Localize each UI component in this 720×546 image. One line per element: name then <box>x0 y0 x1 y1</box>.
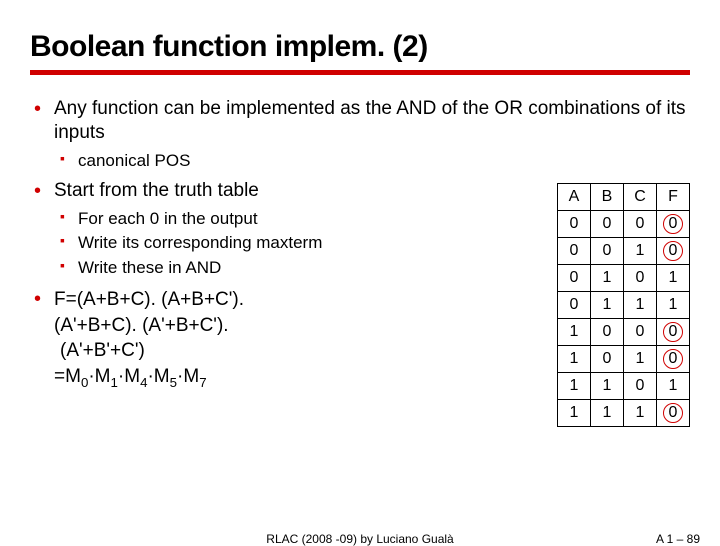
cell-F: 0 <box>657 238 690 265</box>
bullet-1-sub-1: canonical POS <box>54 150 690 172</box>
cell: 1 <box>558 373 591 400</box>
cell: 0 <box>624 319 657 346</box>
cell-F: 0 <box>657 211 690 238</box>
bullet-2-sub-1: For each 0 in the output <box>54 208 547 230</box>
cell-F: 0 <box>657 346 690 373</box>
cell: 1 <box>558 319 591 346</box>
circle-icon: 0 <box>663 214 683 234</box>
table-row: 0010 <box>558 238 690 265</box>
left-column: Start from the truth table For each 0 in… <box>30 179 557 399</box>
formula-block: F=(A+B+C). (A+B+C'). (A'+B+C). (A'+B+C')… <box>54 287 547 392</box>
circle-icon: 0 <box>663 403 683 423</box>
cell-F: 0 <box>657 400 690 427</box>
truth-table-wrap: A B C F 00000010010101111000101011011110 <box>557 183 690 427</box>
footer-center: RLAC (2008 -09) by Luciano Gualà <box>266 532 453 546</box>
table-row: 1110 <box>558 400 690 427</box>
table-row: 1000 <box>558 319 690 346</box>
cell: 1 <box>624 346 657 373</box>
cell: 0 <box>558 265 591 292</box>
cell: 1 <box>624 292 657 319</box>
cell: 1 <box>591 292 624 319</box>
table-row: 1010 <box>558 346 690 373</box>
table-row: 0000 <box>558 211 690 238</box>
cell: 0 <box>624 265 657 292</box>
th-C: C <box>624 184 657 211</box>
cell: 0 <box>591 238 624 265</box>
cell: 1 <box>624 238 657 265</box>
cell: 0 <box>558 238 591 265</box>
cell: 1 <box>591 265 624 292</box>
title-rule <box>30 70 690 75</box>
th-F: F <box>657 184 690 211</box>
cell-F: 1 <box>657 292 690 319</box>
table-row: 0111 <box>558 292 690 319</box>
bullet-1: Any function can be implemented as the A… <box>30 97 690 171</box>
bullet-2-sub-2: Write its corresponding maxterm <box>54 232 547 254</box>
formula-line-2: (A'+B+C). (A'+B+C'). <box>54 313 547 339</box>
formula-line-1: F=(A+B+C). (A+B+C'). <box>54 287 547 313</box>
cell: 1 <box>591 400 624 427</box>
th-A: A <box>558 184 591 211</box>
circle-icon: 0 <box>663 322 683 342</box>
cell: 0 <box>624 373 657 400</box>
th-B: B <box>591 184 624 211</box>
truth-table: A B C F 00000010010101111000101011011110 <box>557 183 690 427</box>
cell: 0 <box>558 292 591 319</box>
table-header-row: A B C F <box>558 184 690 211</box>
bullet-list: Any function can be implemented as the A… <box>30 97 690 171</box>
circle-icon: 0 <box>663 349 683 369</box>
bullet-2: Start from the truth table For each 0 in… <box>30 179 547 279</box>
cell: 0 <box>591 319 624 346</box>
cell: 0 <box>591 211 624 238</box>
circle-icon: 0 <box>663 241 683 261</box>
table-row: 0101 <box>558 265 690 292</box>
bullet-1-text: Any function can be implemented as the A… <box>54 98 686 143</box>
cell-F: 0 <box>657 319 690 346</box>
footer-right: A 1 – 89 <box>656 532 700 546</box>
formula-line-3: (A'+B'+C') <box>54 338 547 364</box>
cell: 1 <box>558 346 591 373</box>
cell: 1 <box>624 400 657 427</box>
cell: 0 <box>624 211 657 238</box>
cell-F: 1 <box>657 265 690 292</box>
bullet-formula: F=(A+B+C). (A+B+C'). (A'+B+C). (A'+B+C')… <box>30 287 547 392</box>
bullet-2-sub-3: Write these in AND <box>54 257 547 279</box>
slide-title: Boolean function implem. (2) <box>30 30 690 64</box>
cell: 1 <box>558 400 591 427</box>
cell: 1 <box>591 373 624 400</box>
formula-line-4: =M0·M1·M4·M5·M7 <box>54 364 547 392</box>
content-row: Start from the truth table For each 0 in… <box>30 179 690 427</box>
table-row: 1101 <box>558 373 690 400</box>
slide: Boolean function implem. (2) Any functio… <box>0 0 720 540</box>
cell: 0 <box>591 346 624 373</box>
cell-F: 1 <box>657 373 690 400</box>
bullet-2-text: Start from the truth table <box>54 180 259 201</box>
cell: 0 <box>558 211 591 238</box>
